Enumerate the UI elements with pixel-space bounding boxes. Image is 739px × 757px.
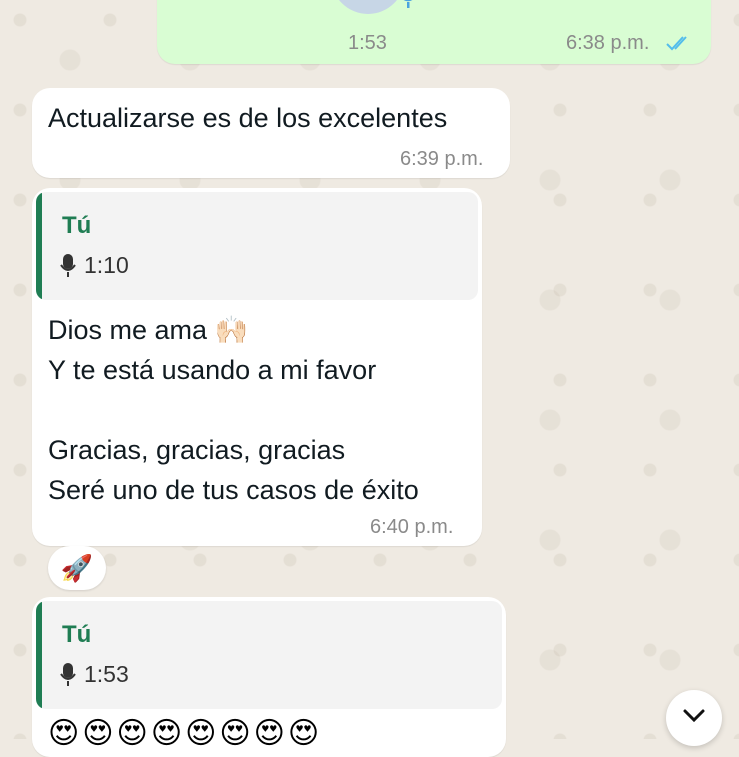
voice-sender-avatar — [331, 0, 405, 14]
message-time: 6:39 p.m. — [400, 148, 484, 170]
double-check-read-icon — [665, 34, 693, 57]
message-text: Actualizarse es de los excelentes — [48, 103, 448, 133]
incoming-message[interactable]: Tú 1:10 Dios me ama 🙌🏻 Y te está usando … — [32, 188, 482, 546]
voice-mic-icon — [397, 0, 419, 15]
message-text: 😍😍😍😍😍😍😍😍 — [48, 717, 323, 750]
message-time: 6:40 p.m. — [370, 516, 454, 538]
scroll-to-bottom-button[interactable] — [666, 690, 722, 746]
quoted-voice-message[interactable]: Tú 1:10 — [36, 192, 478, 300]
message-text: Dios me ama 🙌🏻 Y te está usando a mi fav… — [48, 315, 419, 505]
message-reaction[interactable]: 🚀 — [48, 546, 106, 590]
voice-duration: 1:53 — [348, 32, 387, 54]
quote-sender: Tú — [62, 212, 92, 239]
quote-sender: Tú — [62, 621, 92, 648]
incoming-message[interactable]: Actualizarse es de los excelentes 6:39 p… — [32, 88, 510, 178]
mic-icon — [60, 254, 76, 283]
quote-duration: 1:53 — [84, 661, 129, 687]
outgoing-voice-message[interactable]: 1:53 6:38 p.m. — [157, 0, 711, 64]
chevron-down-icon — [682, 708, 706, 729]
message-time: 6:38 p.m. — [566, 32, 650, 54]
quoted-voice-message[interactable]: Tú 1:53 — [36, 601, 502, 709]
quote-accent-bar — [36, 601, 42, 709]
mic-icon — [60, 663, 76, 692]
quote-duration: 1:10 — [84, 252, 129, 278]
quote-accent-bar — [36, 192, 42, 300]
